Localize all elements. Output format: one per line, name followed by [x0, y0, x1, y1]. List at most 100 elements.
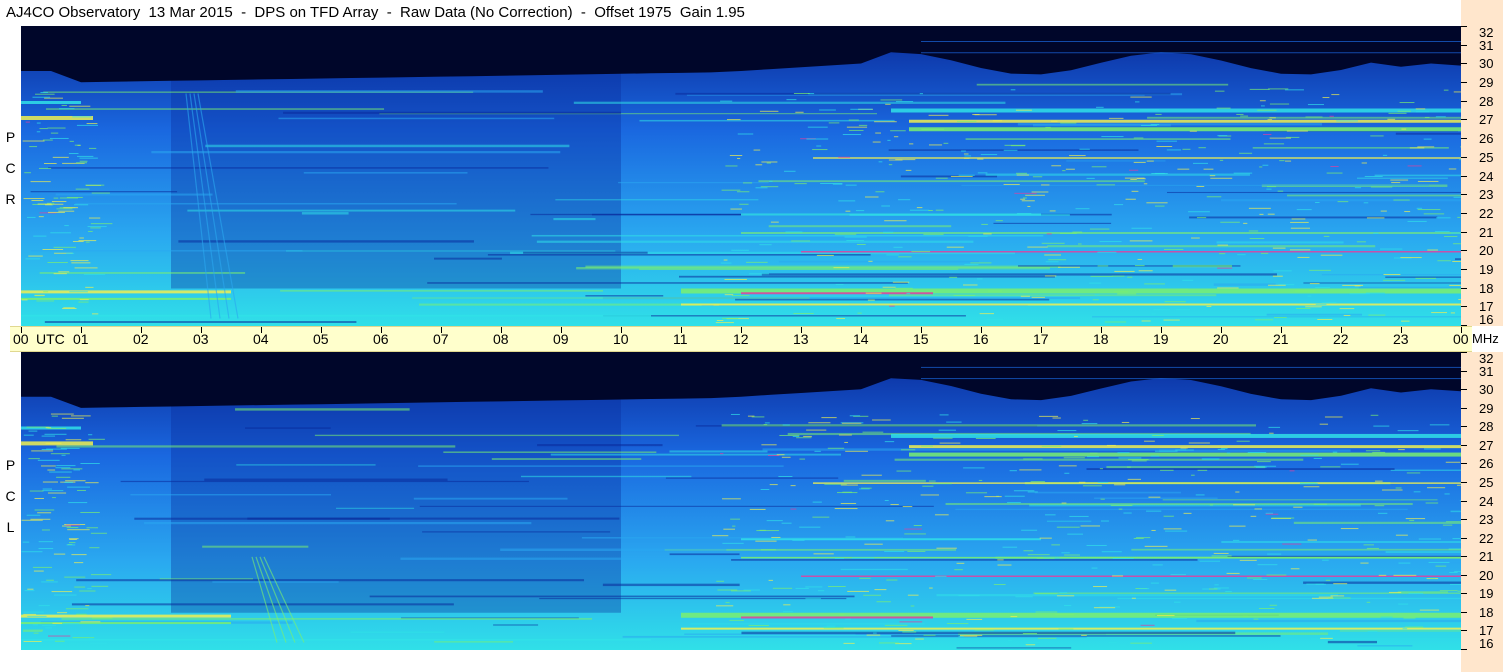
speckle: [88, 637, 93, 639]
speckle: [1382, 279, 1406, 281]
speckle: [748, 273, 769, 275]
speckle: [1249, 238, 1265, 240]
speckle: [887, 139, 891, 141]
speckle: [86, 123, 98, 125]
speckle: [1129, 240, 1153, 242]
speckle: [1118, 508, 1123, 510]
speckle: [902, 506, 913, 508]
speckle: [1139, 109, 1160, 111]
speckle: [823, 626, 835, 628]
speckle: [739, 203, 749, 205]
speckle: [1114, 291, 1128, 293]
speckle: [862, 431, 884, 433]
speckle: [1247, 452, 1267, 454]
noise-streak: [843, 479, 926, 482]
noise-streak: [639, 268, 959, 270]
speckle: [1309, 269, 1331, 271]
speckle: [1395, 534, 1408, 536]
speckle: [1370, 414, 1379, 416]
speckle: [1064, 472, 1070, 474]
speckle: [963, 153, 969, 155]
speckle: [1442, 524, 1453, 526]
noise-streak: [75, 203, 457, 205]
time-tick-label: 11: [673, 331, 688, 347]
noise-streak: [1147, 116, 1461, 119]
speckle: [726, 119, 741, 121]
speckle: [840, 502, 857, 504]
freq-tick-label: 31: [1479, 363, 1494, 379]
speckle: [1364, 175, 1383, 177]
speckle: [1233, 504, 1256, 506]
speckle: [841, 422, 862, 424]
speckle: [1336, 120, 1358, 122]
speckle: [1435, 116, 1446, 118]
speckle: [761, 444, 777, 446]
speckle: [1078, 481, 1086, 483]
speckle: [828, 122, 840, 124]
speckle: [1378, 574, 1387, 576]
speckle: [40, 92, 48, 94]
speckle: [993, 584, 1006, 586]
speckle: [885, 520, 895, 522]
speckle: [1024, 642, 1041, 644]
speckle: [931, 483, 952, 485]
speckle: [58, 210, 75, 212]
speckle: [928, 480, 936, 482]
speckle: [1373, 232, 1379, 234]
speckle: [23, 434, 34, 436]
speckle: [1293, 506, 1303, 508]
speckle: [58, 108, 75, 110]
speckle: [1225, 591, 1232, 593]
speckle: [813, 553, 834, 555]
speckle: [784, 170, 796, 172]
speckle: [1093, 586, 1108, 588]
speckle: [1290, 221, 1309, 223]
speckle: [1260, 105, 1265, 107]
speckle: [1031, 296, 1045, 298]
noise-streak: [1094, 497, 1218, 500]
speckle: [1144, 545, 1168, 547]
speckle: [78, 319, 84, 321]
speckle: [1401, 320, 1410, 322]
speckle: [1398, 603, 1409, 605]
time-tick-label: 00: [1453, 331, 1469, 347]
speckle: [828, 585, 846, 587]
speckle: [1203, 168, 1214, 170]
freq-tick-label: 30: [1479, 56, 1494, 72]
noise-streak: [283, 111, 622, 114]
speckle: [1226, 452, 1231, 454]
speckle: [816, 145, 822, 147]
noise-streak: [602, 583, 740, 587]
speckle: [782, 611, 793, 613]
speckle: [1211, 555, 1232, 557]
speckle: [1382, 154, 1388, 156]
speckle: [920, 494, 939, 496]
speckle: [768, 579, 773, 581]
speckle: [53, 273, 67, 275]
speckle: [893, 246, 903, 248]
speckle: [42, 139, 53, 141]
speckle: [61, 104, 67, 106]
noise-streak: [1293, 521, 1461, 524]
speckle: [1216, 107, 1231, 109]
speckle: [1022, 633, 1038, 635]
speckle: [59, 197, 79, 199]
noise-streak: [1166, 191, 1461, 194]
speckle: [1258, 607, 1275, 609]
speckle: [1023, 550, 1034, 552]
speckle: [1173, 601, 1181, 603]
speckle: [720, 100, 733, 102]
speckle: [1403, 617, 1416, 619]
speckle: [934, 514, 949, 516]
speckle: [1081, 634, 1087, 636]
speckle: [1326, 172, 1343, 174]
time-tick-label: 09: [553, 331, 569, 347]
speckle: [1439, 590, 1458, 592]
speckle: [43, 291, 49, 293]
speckle: [88, 438, 105, 440]
speckle: [1131, 227, 1152, 229]
speckle: [866, 634, 881, 636]
noise-streak: [48, 167, 549, 169]
noise-streak: [151, 151, 561, 154]
speckle: [1152, 564, 1163, 566]
